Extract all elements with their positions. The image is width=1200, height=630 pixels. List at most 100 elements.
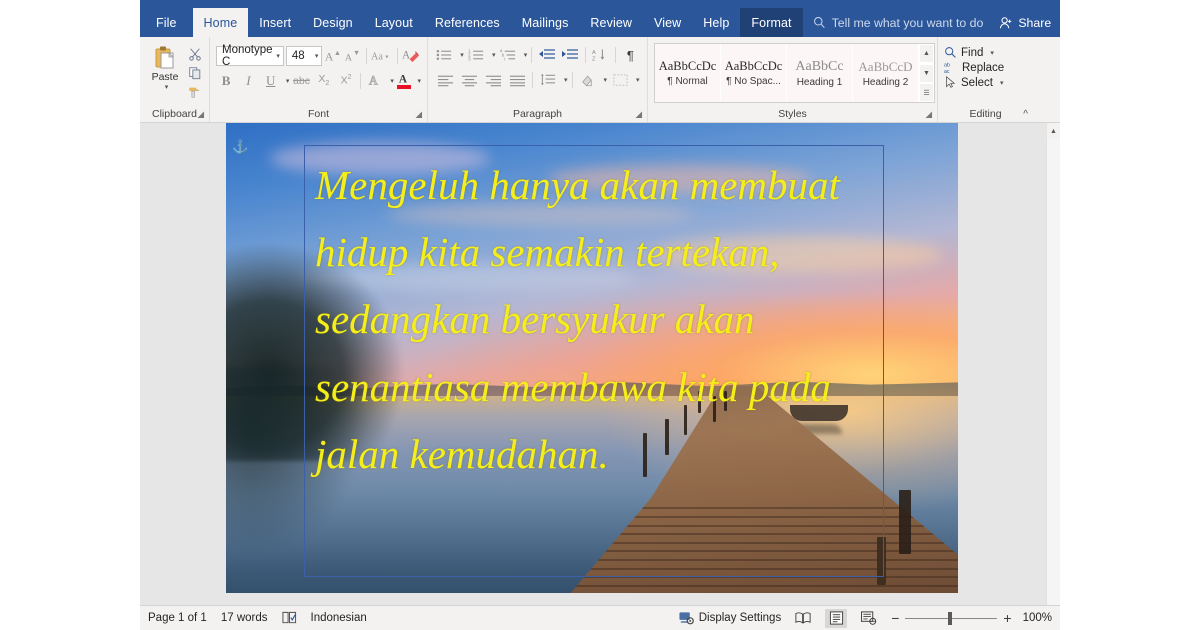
tab-home[interactable]: Home [192, 8, 249, 37]
share-person-icon [999, 16, 1013, 30]
chevron-down-icon[interactable]: ▾ [1000, 79, 1004, 87]
zoom-slider[interactable]: − + [891, 610, 1011, 626]
line-spacing-icon[interactable] [537, 70, 559, 90]
tab-file[interactable]: File [140, 8, 193, 37]
scroll-up-icon[interactable]: ▲ [1047, 123, 1060, 139]
sort-icon[interactable]: AZ [590, 45, 611, 65]
style-heading-1[interactable]: AaBbCc Heading 1 [787, 44, 853, 102]
strikethrough-button[interactable]: abc [291, 70, 311, 91]
dialog-launcher-clipboard[interactable]: ◢ [197, 109, 204, 120]
subscript-button[interactable]: X2 [314, 70, 334, 91]
superscript-button[interactable]: X2 [336, 70, 356, 91]
dialog-launcher-font[interactable]: ◢ [415, 109, 422, 120]
zoom-in-button[interactable]: + [1003, 610, 1011, 626]
show-formatting-marks-icon[interactable]: ¶ [620, 45, 641, 65]
chevron-down-icon[interactable]: ▾ [165, 83, 169, 91]
shrink-font-icon[interactable]: A ▼ [344, 45, 362, 66]
align-left-icon[interactable] [434, 70, 456, 90]
justify-icon[interactable] [506, 70, 528, 90]
decrease-indent-icon[interactable] [536, 45, 557, 65]
proofing-status-icon[interactable] [281, 611, 297, 625]
display-settings-button[interactable]: Display Settings [679, 611, 781, 625]
format-painter-icon[interactable] [186, 84, 203, 100]
shading-icon[interactable] [577, 70, 599, 90]
dialog-launcher-styles[interactable]: ◢ [925, 109, 932, 120]
tab-help[interactable]: Help [692, 8, 740, 37]
anchor-icon: ⚓ [232, 139, 249, 154]
paste-button[interactable]: Paste ▾ [146, 43, 184, 100]
chevron-down-icon[interactable]: ▾ [286, 77, 290, 85]
increase-indent-icon[interactable] [559, 45, 580, 65]
align-center-icon[interactable] [458, 70, 480, 90]
numbering-icon[interactable]: 123 [466, 45, 487, 65]
dialog-launcher-paragraph[interactable]: ◢ [635, 109, 642, 120]
borders-icon[interactable] [609, 70, 631, 90]
group-paragraph: ▾ 123 ▾ abi ▾ A Z ¶ ▾ ▾ ▾ Paragraph ◢ [428, 37, 648, 122]
page-indicator[interactable]: Page 1 of 1 [148, 612, 207, 624]
clear-formatting-icon[interactable]: A [402, 45, 421, 66]
underline-button[interactable]: U [261, 70, 281, 91]
style-heading-2[interactable]: AaBbCcD Heading 2 [853, 44, 919, 102]
tab-layout[interactable]: Layout [364, 8, 424, 37]
chevron-down-icon[interactable]: ▾ [524, 51, 528, 59]
styles-scroll-down-icon[interactable]: ▼ [920, 64, 933, 82]
vertical-scrollbar[interactable]: ▲ [1046, 123, 1060, 605]
group-label-styles: Styles ◢ [778, 108, 932, 120]
chevron-down-icon[interactable]: ▾ [604, 76, 608, 84]
tab-format[interactable]: Format [740, 8, 803, 37]
cut-icon[interactable] [186, 46, 203, 62]
document-page[interactable]: ⚓ Mengeluh hanya akan membuat hidup kita… [226, 123, 958, 593]
font-name-combo[interactable]: Monotype C ▾ [216, 44, 284, 68]
bullets-icon[interactable] [434, 45, 455, 65]
zoom-thumb[interactable] [947, 611, 952, 625]
svg-text:ab: ab [944, 63, 950, 69]
tab-design[interactable]: Design [302, 8, 364, 37]
view-web-layout-button[interactable] [858, 609, 880, 628]
replace-button[interactable]: ab ac Replace [944, 61, 1004, 75]
style-normal[interactable]: AaBbCcDc ¶ Normal [655, 44, 721, 102]
select-button[interactable]: Select ▾ [944, 76, 1004, 89]
bold-button[interactable]: B [216, 70, 236, 91]
styles-scroll-up-icon[interactable]: ▲ [920, 45, 933, 62]
chevron-down-icon[interactable]: ▾ [636, 76, 640, 84]
copy-icon[interactable] [186, 65, 203, 81]
tell-me-search[interactable]: Tell me what you want to do [803, 8, 994, 37]
chevron-down-icon[interactable]: ▾ [990, 49, 994, 57]
language-indicator[interactable]: Indonesian [311, 612, 367, 624]
chevron-down-icon[interactable]: ▾ [460, 51, 464, 59]
chevron-down-icon[interactable]: ▾ [390, 77, 394, 85]
grow-font-icon[interactable]: A ▲ [324, 45, 342, 66]
multilevel-list-icon[interactable]: abi [497, 45, 518, 65]
chevron-down-icon[interactable]: ▾ [418, 77, 422, 85]
zoom-out-button[interactable]: − [891, 610, 899, 626]
font-color-icon[interactable]: A [396, 72, 413, 89]
text-effects-icon[interactable]: A [365, 70, 385, 91]
find-button[interactable]: Find ▾ [944, 46, 1004, 59]
word-count[interactable]: 17 words [221, 612, 268, 624]
chevron-down-icon[interactable]: ▾ [492, 51, 496, 59]
document-canvas[interactable]: ⚓ Mengeluh hanya akan membuat hidup kita… [140, 123, 1060, 605]
font-size-combo[interactable]: 48 ▾ [285, 45, 323, 66]
style-no-spacing[interactable]: AaBbCcDc ¶ No Spac... [721, 44, 787, 102]
selected-text-box[interactable]: Mengeluh hanya akan membuat hidup kita s… [304, 145, 884, 577]
tab-references[interactable]: References [424, 8, 511, 37]
tab-review[interactable]: Review [579, 8, 643, 37]
collapse-ribbon-icon[interactable]: ^ [1023, 109, 1028, 120]
chevron-down-icon[interactable]: ▾ [564, 76, 568, 84]
italic-button[interactable]: I [238, 70, 258, 91]
tab-insert[interactable]: Insert [248, 8, 302, 37]
styles-more-icon[interactable]: ☰ [920, 84, 933, 101]
view-print-layout-button[interactable] [825, 608, 848, 628]
view-read-mode-button[interactable] [792, 609, 814, 628]
divider [532, 72, 533, 88]
quote-text[interactable]: Mengeluh hanya akan membuat hidup kita s… [315, 152, 873, 488]
align-right-icon[interactable] [482, 70, 504, 90]
change-case-icon[interactable]: Aa ▾ [371, 45, 393, 66]
divider [397, 47, 398, 64]
paste-icon [152, 45, 178, 71]
tab-mailings[interactable]: Mailings [511, 8, 580, 37]
zoom-track[interactable] [905, 611, 998, 625]
tab-view[interactable]: View [643, 8, 692, 37]
zoom-level-label[interactable]: 100% [1023, 612, 1052, 624]
share-button[interactable]: Share [993, 8, 1061, 37]
